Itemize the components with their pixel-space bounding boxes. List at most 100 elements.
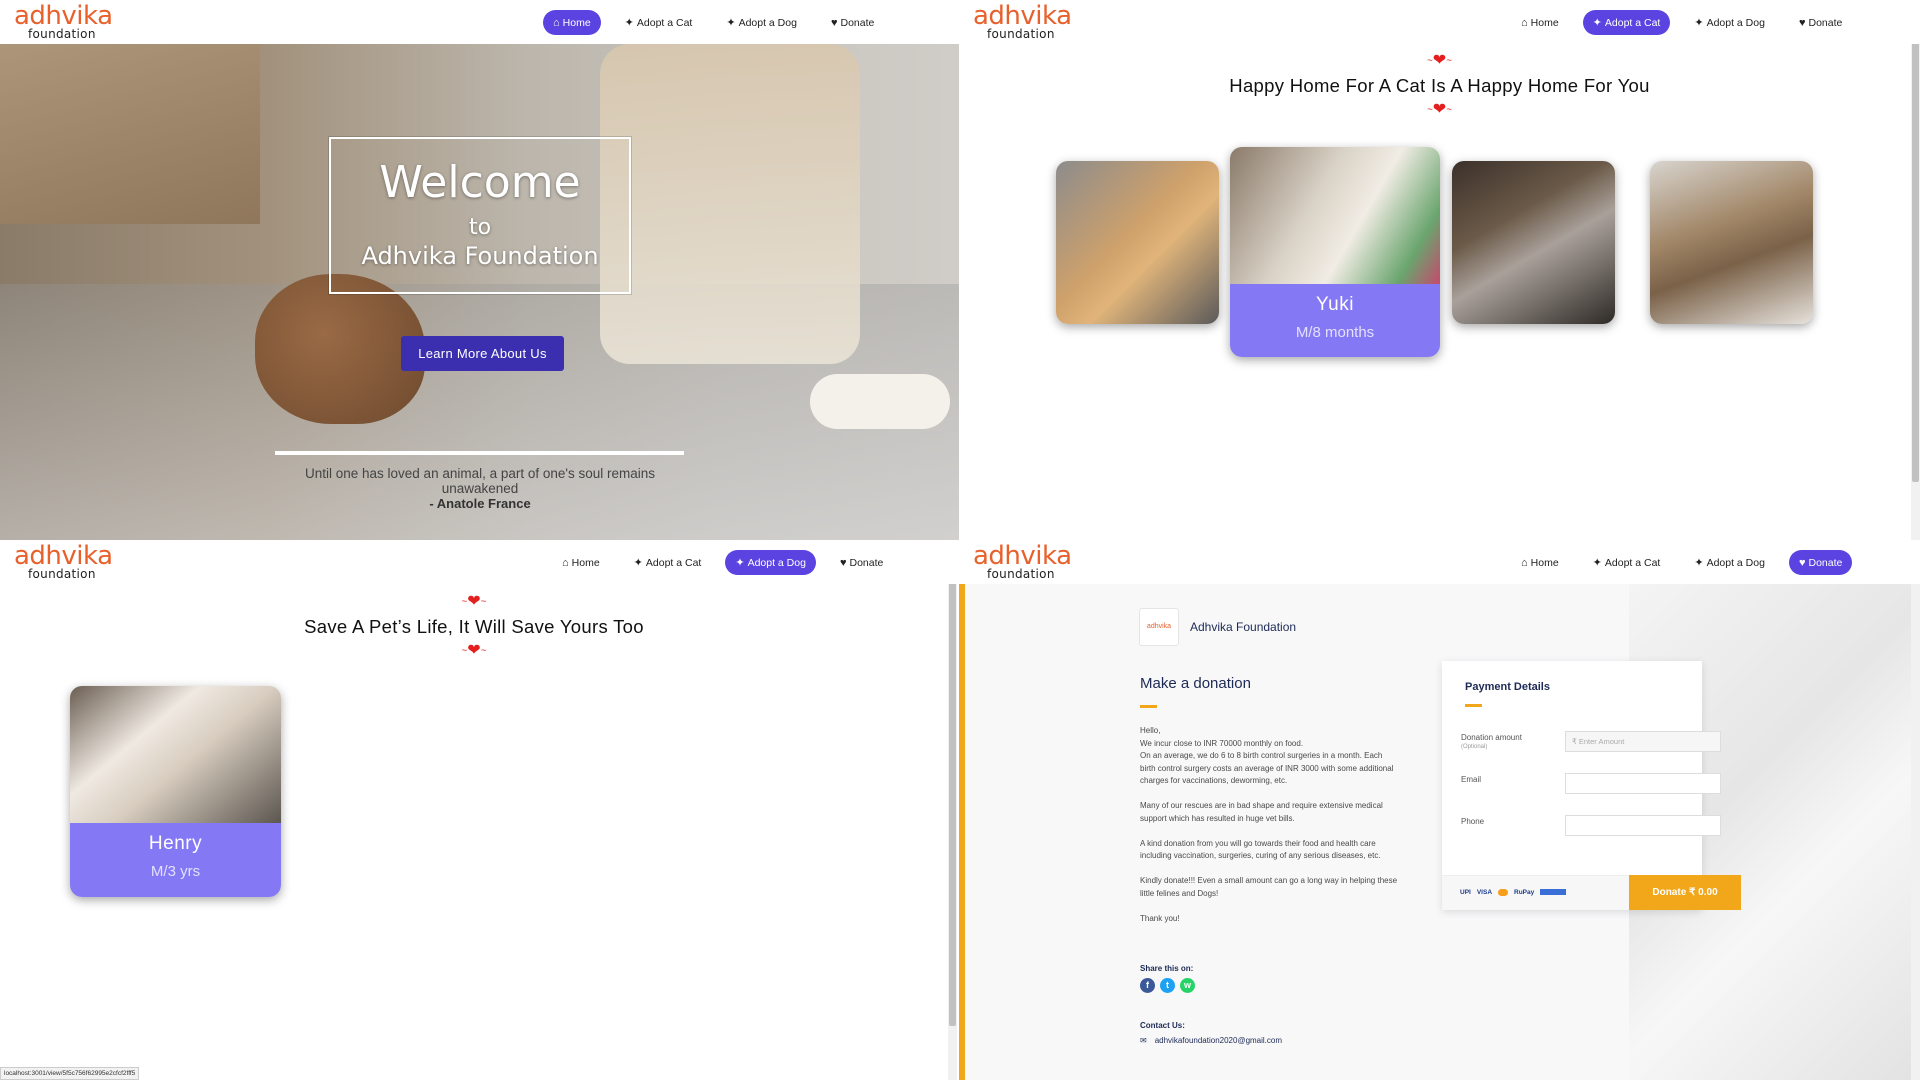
visa-logo: VISA	[1476, 889, 1493, 896]
nav-donate-label: Donate	[1808, 16, 1843, 29]
mastercard-icon	[1498, 889, 1509, 896]
nav-adopt-dog[interactable]: ✦ Adopt a Dog	[725, 550, 816, 575]
twitter-icon[interactable]: t	[1160, 978, 1175, 993]
nav-cat-label: Adopt a Cat	[645, 556, 702, 569]
nav-home[interactable]: ⌂ Home	[543, 10, 601, 35]
nav-donate[interactable]: ♥ Donate	[830, 550, 893, 575]
nav-adopt-dog[interactable]: ✦ Adopt a Dog	[1684, 10, 1775, 35]
cat-card[interactable]	[1056, 161, 1219, 324]
nav-donate-label: Donate	[840, 16, 875, 29]
payment-methods: UPI VISA RuPay	[1460, 889, 1567, 896]
nav-adopt-cat[interactable]: ✦ Adopt a Cat	[615, 10, 703, 35]
dog-icon: ✦	[1694, 17, 1704, 29]
cat-name: Yuki	[1316, 294, 1354, 315]
mail-icon: ✉	[1140, 1036, 1147, 1045]
nav-adopt-cat[interactable]: ✦ Adopt a Cat	[1582, 10, 1671, 35]
learn-more-button[interactable]: Learn More About Us	[401, 336, 564, 371]
donation-heading: Make a donation	[1140, 675, 1251, 692]
navbar: adhvika foundation ⌂ Home ✦ Adopt a Cat ✦ A…	[0, 0, 959, 44]
org-name: Adhvika Foundation	[1190, 620, 1297, 634]
logo-sub: foundation	[987, 27, 1055, 41]
cats-title: Happy Home For A Cat Is A Happy Home For…	[1229, 75, 1650, 96]
nav-home[interactable]: ⌂ Home	[552, 550, 610, 575]
brand-logo[interactable]: adhvika foundation	[973, 541, 1073, 581]
scrollbar-thumb[interactable]	[1912, 2, 1919, 482]
quote-divider	[275, 451, 684, 455]
heart-divider-top: ~❤~	[461, 593, 487, 610]
quote-text: Until one has loved an animal, a part of…	[304, 466, 656, 496]
nav-home[interactable]: ⌂ Home	[1511, 550, 1569, 575]
cat-icon: ✦	[633, 557, 643, 569]
donate-icon: ♥	[1798, 556, 1806, 569]
dogs-title: Save A Pet’s Life, It Will Save Yours To…	[304, 616, 644, 637]
nav-dog-label: Adopt a Dog	[747, 556, 806, 569]
nav-adopt-dog[interactable]: ✦ Adopt a Dog	[716, 10, 807, 35]
amount-field[interactable]: ₹ Enter Amount	[1565, 731, 1721, 752]
quote-author: - Anatole France	[429, 496, 531, 511]
brand-logo[interactable]: adhvika foundation	[14, 541, 114, 581]
nav-donate[interactable]: ♥ Donate	[821, 10, 884, 35]
nav-home[interactable]: ⌂ Home	[1511, 10, 1569, 35]
whatsapp-icon[interactable]: w	[1180, 978, 1195, 993]
email-field[interactable]	[1565, 773, 1721, 794]
cat-card[interactable]	[1650, 161, 1813, 324]
dog-photo	[70, 686, 281, 823]
dog-card[interactable]: Henry M/3 yrs	[70, 686, 281, 897]
welcome-text: Welcome	[379, 157, 581, 208]
facebook-icon[interactable]: f	[1140, 978, 1155, 993]
cat-card-featured[interactable]: Yuki M/8 months	[1230, 147, 1440, 357]
upi-logo: UPI	[1460, 889, 1471, 896]
home-icon: ⌂	[1521, 16, 1528, 29]
navbar: adhvika foundation ⌂ Home ✦ Adopt a Cat ✦ A…	[959, 0, 1920, 44]
home-pane: adhvika foundation ⌂ Home ✦ Adopt a Cat ✦ A…	[0, 0, 959, 540]
phone-field[interactable]	[1565, 815, 1721, 836]
dog-meta: M/3 yrs	[150, 863, 201, 880]
cat-photo	[1452, 161, 1615, 324]
donate-submit-button[interactable]: Donate ₹ 0.00	[1629, 875, 1741, 910]
donation-paragraph: Thank you!	[1140, 913, 1180, 923]
brand-logo[interactable]: adhvika foundation	[14, 1, 114, 41]
cat-photo	[1230, 147, 1440, 284]
scrollbar[interactable]	[948, 540, 957, 1080]
brand-logo[interactable]: adhvika foundation	[973, 1, 1073, 41]
dog-icon: ✦	[1694, 557, 1704, 569]
dog-icon: ✦	[726, 17, 736, 29]
nav-adopt-cat[interactable]: ✦ Adopt a Cat	[1583, 550, 1671, 575]
donate-icon: ♥	[830, 16, 838, 29]
nav-donate[interactable]: ♥ Donate	[1788, 550, 1853, 575]
status-url: localhost:3001/view/5f5c756f62995e2cfcf2…	[0, 1067, 140, 1080]
navbar: adhvika foundation ⌂ Home ✦ Adopt a Cat ✦ A…	[959, 540, 1920, 584]
heading-underline	[1140, 705, 1157, 708]
hero-photo-deck	[0, 44, 260, 224]
cat-icon: ✦	[624, 17, 634, 29]
nav-donate[interactable]: ♥ Donate	[1789, 10, 1852, 35]
nav-home-label: Home	[571, 556, 600, 569]
scrollbar-thumb[interactable]	[949, 548, 956, 1026]
cats-pane: adhvika foundation ⌂ Home ✦ Adopt a Cat ✦ A…	[959, 0, 1920, 540]
nav-adopt-cat[interactable]: ✦ Adopt a Cat	[624, 550, 712, 575]
amount-placeholder: Enter Amount	[1578, 737, 1625, 746]
nav-links: ⌂ Home ✦ Adopt a Cat ✦ Adopt a Dog ♥ Donate	[552, 550, 893, 575]
nav-adopt-dog[interactable]: ✦ Adopt a Dog	[1684, 550, 1775, 575]
dog-name: Henry	[148, 833, 203, 854]
heart-divider-bottom: ~❤~	[461, 642, 487, 659]
hero-photo-dog	[255, 274, 425, 424]
share-label: Share this on:	[1140, 964, 1194, 973]
contact-email-row: ✉ adhvikafoundation2020@gmail.com	[1140, 1036, 1282, 1045]
email-label: Email	[1461, 775, 1482, 784]
payment-card: Payment Details Donation amount (Optiona…	[1442, 661, 1741, 910]
hero-photo-person	[600, 44, 860, 364]
logo-sub: foundation	[28, 27, 96, 41]
donation-description: Hello, We incur close to INR 70000 month…	[1140, 725, 1400, 938]
scrollbar[interactable]	[1911, 0, 1920, 540]
cat-info: Yuki M/8 months	[1230, 284, 1440, 357]
contact-email[interactable]: adhvikafoundation2020@gmail.com	[1155, 1036, 1282, 1045]
cat-card[interactable]	[1452, 161, 1615, 324]
home-icon: ⌂	[553, 16, 560, 29]
navbar: adhvika foundation ⌂ Home ✦ Adopt a Cat ✦ A…	[0, 540, 959, 584]
payment-underline	[1465, 704, 1482, 707]
payment-title: Payment Details	[1465, 681, 1550, 693]
nav-cat-label: Adopt a Cat	[636, 16, 693, 29]
donation-paragraph: A kind donation from you will go towards…	[1140, 838, 1381, 861]
scrollbar[interactable]	[1911, 540, 1920, 1080]
